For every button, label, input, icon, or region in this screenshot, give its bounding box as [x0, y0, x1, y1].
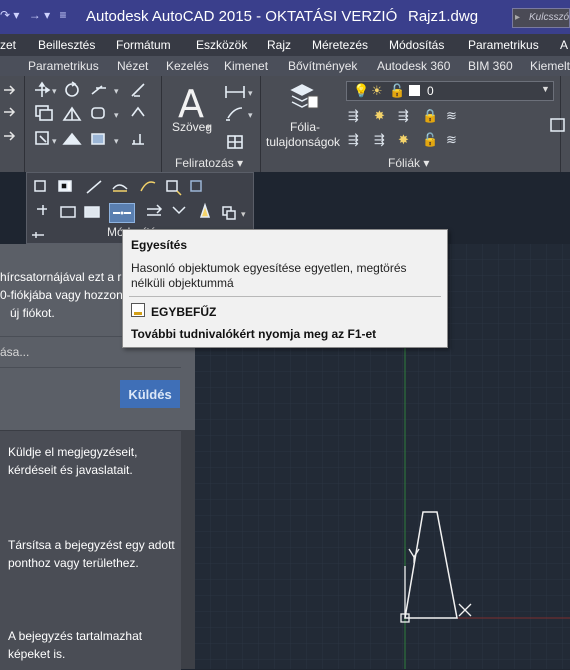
svg-text:⇶: ⇶ — [348, 133, 359, 148]
tips-area: Küldje el megjegyzéseit, kérdéseit és ja… — [0, 430, 181, 670]
tab-kimenet[interactable]: Kimenet — [224, 59, 268, 73]
menu-item[interactable]: A — [560, 38, 568, 52]
svg-text:▾: ▾ — [248, 111, 253, 121]
draw-tools-icons[interactable] — [2, 82, 24, 152]
tooltip-command: EGYBEFŰZ — [151, 305, 217, 319]
tip3-line1: A bejegyzés tartalmazhat — [8, 629, 143, 643]
dropdown-icon[interactable]: → ▾ — [29, 8, 50, 22]
tooltip-description: Hasonló objektumok egyesítése egyetlen, … — [131, 261, 407, 290]
layer-dropdown[interactable]: 💡 ☀ 🔓 0 ▼ — [346, 81, 554, 101]
svg-text:▾: ▾ — [52, 87, 57, 97]
layer-properties-label-2[interactable]: tulajdonságok — [266, 135, 340, 149]
panel-separator — [24, 76, 25, 172]
title-bar: ↷ ▾ → ▾ ≡ Autodesk AutoCAD 2015 - OKTATÁ… — [0, 0, 570, 34]
chevron-down-icon[interactable]: ▾ — [206, 122, 211, 133]
tooltip-divider — [129, 296, 441, 297]
svg-text:▾: ▾ — [114, 87, 119, 97]
sun-icon: ☀ — [371, 83, 383, 98]
menu-bar: zet Beillesztés Formátum Eszközök Rajz M… — [0, 34, 570, 57]
menu-item[interactable]: Rajz — [267, 38, 291, 52]
layer-tools-icons[interactable]: ⇶ ✸ ⇶ 🔒 ≋ ⇶ ⇶ ✸ 🔓 ≋ — [346, 106, 466, 152]
svg-text:✸: ✸ — [374, 109, 385, 124]
unlock-icon: 🔓 — [389, 83, 406, 98]
modify-flyout-tools[interactable]: ▾ — [31, 177, 251, 225]
tab-parametrikus[interactable]: Parametrikus — [28, 59, 99, 73]
send-button[interactable]: Küldés — [120, 380, 180, 408]
pin-icon[interactable] — [31, 229, 45, 241]
svg-text:⇶: ⇶ — [374, 133, 385, 148]
tab-kezeles[interactable]: Kezelés — [166, 59, 209, 73]
info-text-line3: új fiókot. — [10, 306, 55, 320]
modify-tool-icons[interactable]: ▾ ▾ ▾ ▾ ▾ — [32, 80, 156, 152]
search-input[interactable]: ▸ Kulcsszó vagy — [512, 8, 570, 28]
svg-text:▾: ▾ — [241, 210, 246, 220]
annotation-panel-label[interactable]: Feliratozás ▾ — [175, 156, 243, 170]
tip1-line2: kérdéseit és javaslatait. — [8, 463, 133, 477]
svg-text:🔓: 🔓 — [422, 132, 438, 148]
lightbulb-icon: 💡 — [353, 83, 370, 98]
tooltip-help: További tudnivalókért nyomja meg az F1-e… — [131, 327, 377, 341]
menu-item[interactable]: Parametrikus — [468, 38, 539, 52]
ribbon-tabs: Parametrikus Nézet Kezelés Kimenet Bővít… — [0, 56, 570, 76]
menu-item[interactable]: Formátum — [116, 38, 171, 52]
qat-menu-icon[interactable]: ≡ — [59, 8, 66, 22]
menu-item[interactable]: Módosítás — [389, 38, 444, 52]
tip3-line2: képeket is. — [8, 647, 66, 661]
tab-bovitmenyek[interactable]: Bővítmények — [288, 59, 357, 73]
tooltip-title: Egyesítés — [131, 238, 188, 252]
tab-nezet[interactable]: Nézet — [117, 59, 148, 73]
search-placeholder: Kulcsszó vagy — [529, 12, 570, 23]
tab-bim-360[interactable]: BIM 360 — [468, 59, 513, 73]
svg-text:≋: ≋ — [446, 133, 457, 148]
svg-text:▾: ▾ — [114, 111, 119, 121]
svg-text:▾: ▾ — [52, 137, 57, 147]
layer-color-swatch — [409, 85, 420, 96]
svg-text:🔒: 🔒 — [422, 109, 438, 124]
tip2-line1: Társítsa a bejegyzést egy adott — [8, 538, 175, 552]
chevron-down-icon[interactable]: ▼ — [541, 84, 550, 94]
menu-item[interactable]: Beillesztés — [38, 38, 95, 52]
block-icon[interactable] — [548, 116, 568, 136]
search-arrow-icon: ▸ — [515, 12, 521, 23]
tab-autodesk-360[interactable]: Autodesk 360 — [377, 59, 450, 73]
layer-name: 0 — [427, 84, 434, 98]
tab-kiemelt[interactable]: Kiemelt — [530, 59, 570, 73]
tip1-line1: Küldje el megjegyzéseit, — [8, 445, 138, 459]
svg-text:▾: ▾ — [114, 137, 119, 147]
command-line-icon — [131, 303, 145, 317]
svg-text:≋: ≋ — [446, 109, 457, 124]
layer-properties-label-1[interactable]: Fólia- — [290, 120, 320, 134]
join-tooltip: Egyesítés Hasonló objektumok egyesítése … — [122, 229, 448, 348]
layer-properties-icon[interactable] — [288, 82, 322, 112]
info-text-line2: 0-fiókjába vagy hozzon — [0, 288, 123, 302]
layers-panel-label[interactable]: Fóliák ▾ — [388, 156, 429, 170]
file-name: Rajz1.dwg — [408, 8, 479, 25]
join-icon — [113, 211, 131, 215]
comment-input-placeholder: ása... — [0, 345, 30, 359]
svg-text:✸: ✸ — [398, 133, 409, 148]
ribbon: ▾ ▾ ▾ ▾ ▾ A Szöveg ▾ ▾ ▾ Feliratozás ▾ Fólia… — [0, 76, 570, 172]
svg-text:⇶: ⇶ — [398, 109, 409, 124]
info-text-line1: hírcsatornájával ezt a raj — [0, 270, 131, 284]
quick-access-toolbar[interactable]: ↷ ▾ → ▾ ≡ — [0, 8, 66, 22]
palette-scrollbar[interactable] — [181, 430, 195, 669]
redo-icon[interactable]: ↷ ▾ — [0, 8, 19, 22]
tip2-line2: ponthoz vagy területhez. — [8, 556, 139, 570]
panel-separator — [260, 76, 261, 172]
panel-separator — [161, 76, 162, 172]
svg-text:⇶: ⇶ — [348, 109, 359, 124]
menu-item[interactable]: Méretezés — [312, 38, 368, 52]
dimension-tools-icons[interactable]: ▾▾ — [222, 82, 256, 152]
join-button[interactable] — [109, 203, 135, 223]
menu-item[interactable]: zet — [0, 38, 16, 52]
menu-item[interactable]: Eszközök — [196, 38, 247, 52]
svg-text:▾: ▾ — [248, 89, 253, 99]
window-title: Autodesk AutoCAD 2015 - OKTATÁSI VERZIÓ — [86, 8, 398, 25]
